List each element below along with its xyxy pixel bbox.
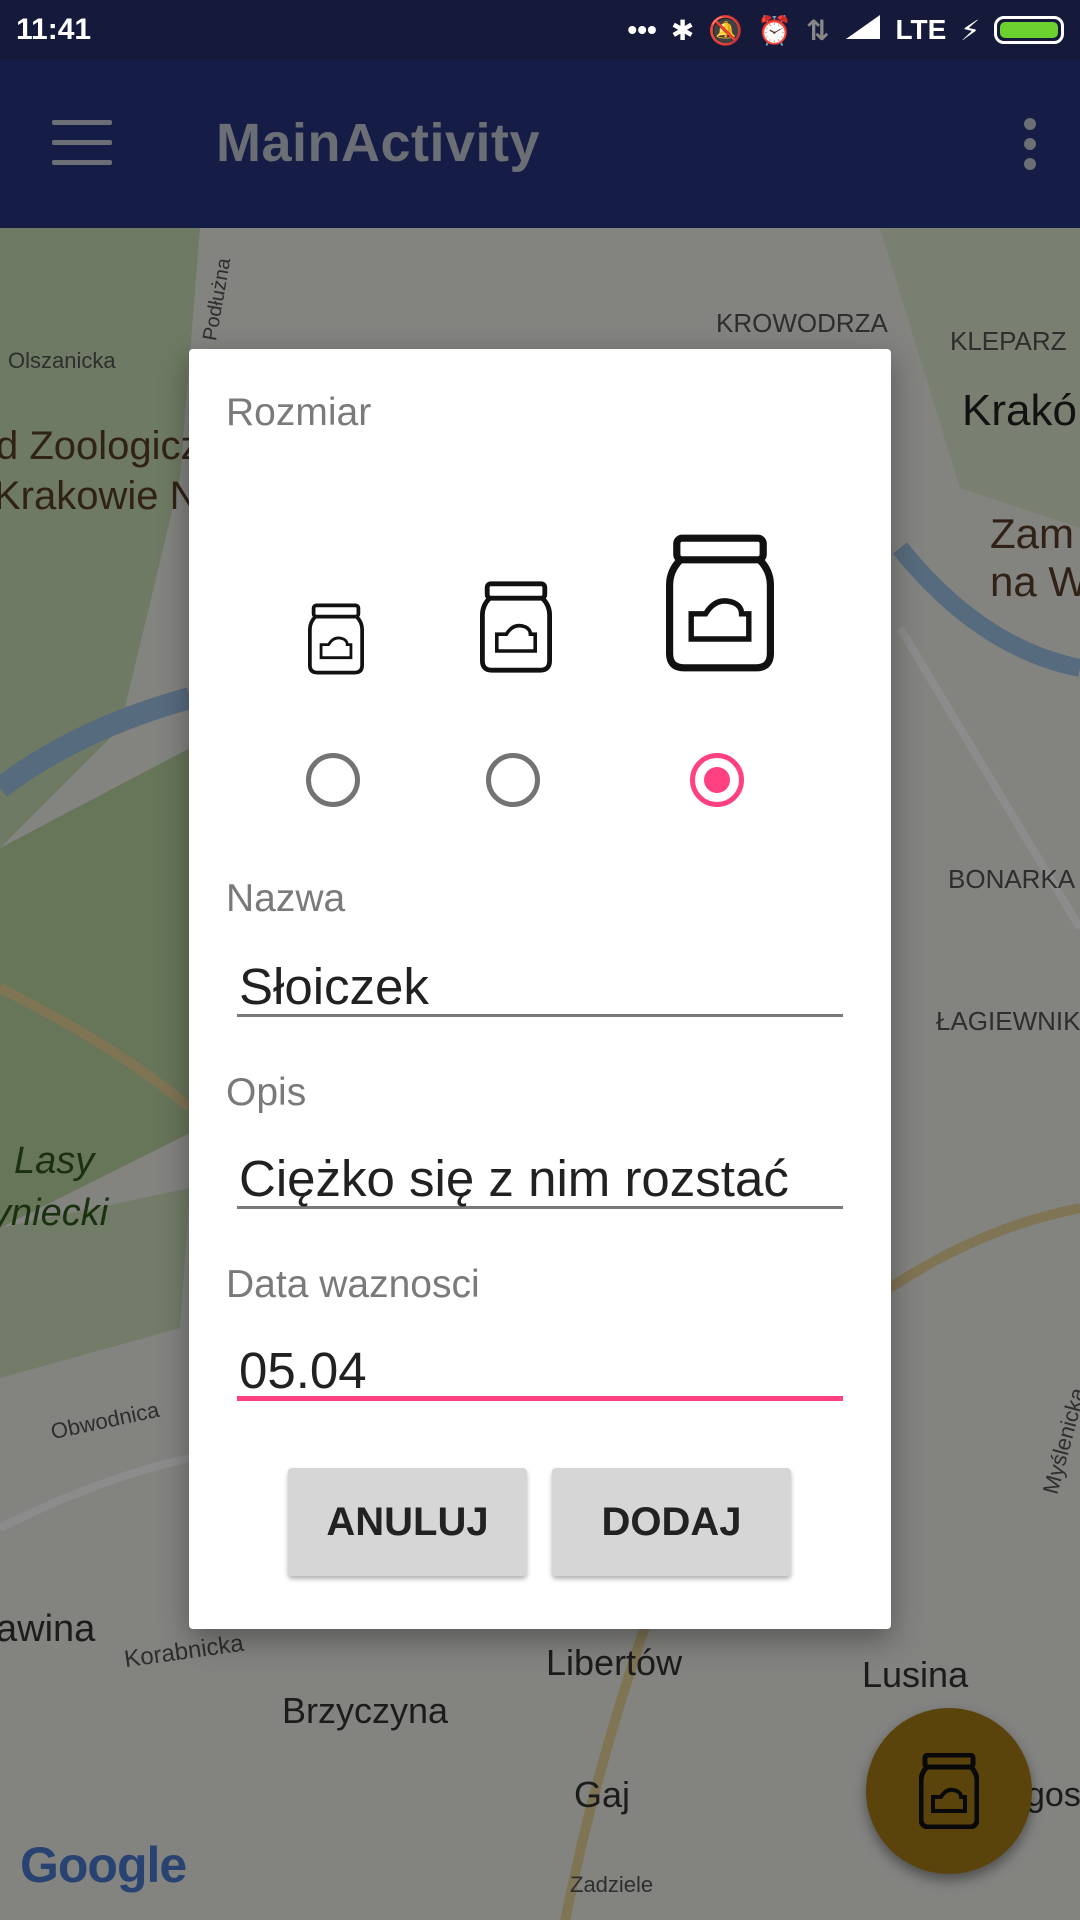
name-label: Nazwa (226, 877, 346, 920)
name-field[interactable]: Słoiczek (237, 957, 843, 1017)
bluetooth-icon: ✱ (670, 14, 695, 46)
add-button[interactable]: DODAJ (552, 1468, 791, 1576)
size-radio-medium[interactable] (486, 753, 540, 807)
appbar-scrim (0, 60, 1080, 228)
jar-medium-icon (480, 581, 552, 673)
jar-large-icon (666, 534, 774, 672)
data-arrows-icon: ⇅ (806, 14, 830, 46)
more-dots-icon: ••• (627, 14, 657, 45)
vibrate-off-icon: 🔕 (708, 14, 744, 46)
battery-icon (994, 16, 1064, 44)
charging-icon: ⚡ (960, 14, 980, 46)
status-bar: 11:41 ••• ✱ 🔕 ⏰ ⇅ LTE ⚡ (0, 0, 1080, 60)
size-radio-small[interactable] (306, 753, 360, 807)
description-field[interactable]: Ciężko się z nim rozstać (237, 1149, 843, 1209)
cancel-button[interactable]: ANULUJ (288, 1468, 527, 1576)
network-type: LTE (895, 14, 947, 45)
add-jar-dialog: Rozmiar Nazwa Słoiczek Opis Ciężko się z… (189, 349, 891, 1629)
expiry-date-label: Data waznosci (226, 1263, 480, 1306)
size-radio-large[interactable] (690, 753, 744, 807)
jar-small-icon (308, 603, 364, 675)
description-label: Opis (226, 1071, 307, 1114)
size-label: Rozmiar (226, 391, 372, 434)
alarm-icon: ⏰ (757, 14, 793, 46)
status-icons: ••• ✱ 🔕 ⏰ ⇅ LTE ⚡ (627, 13, 1064, 48)
signal-icon (844, 13, 882, 48)
status-time: 11:41 (16, 13, 92, 46)
expiry-date-field[interactable]: 05.04 (237, 1341, 843, 1401)
